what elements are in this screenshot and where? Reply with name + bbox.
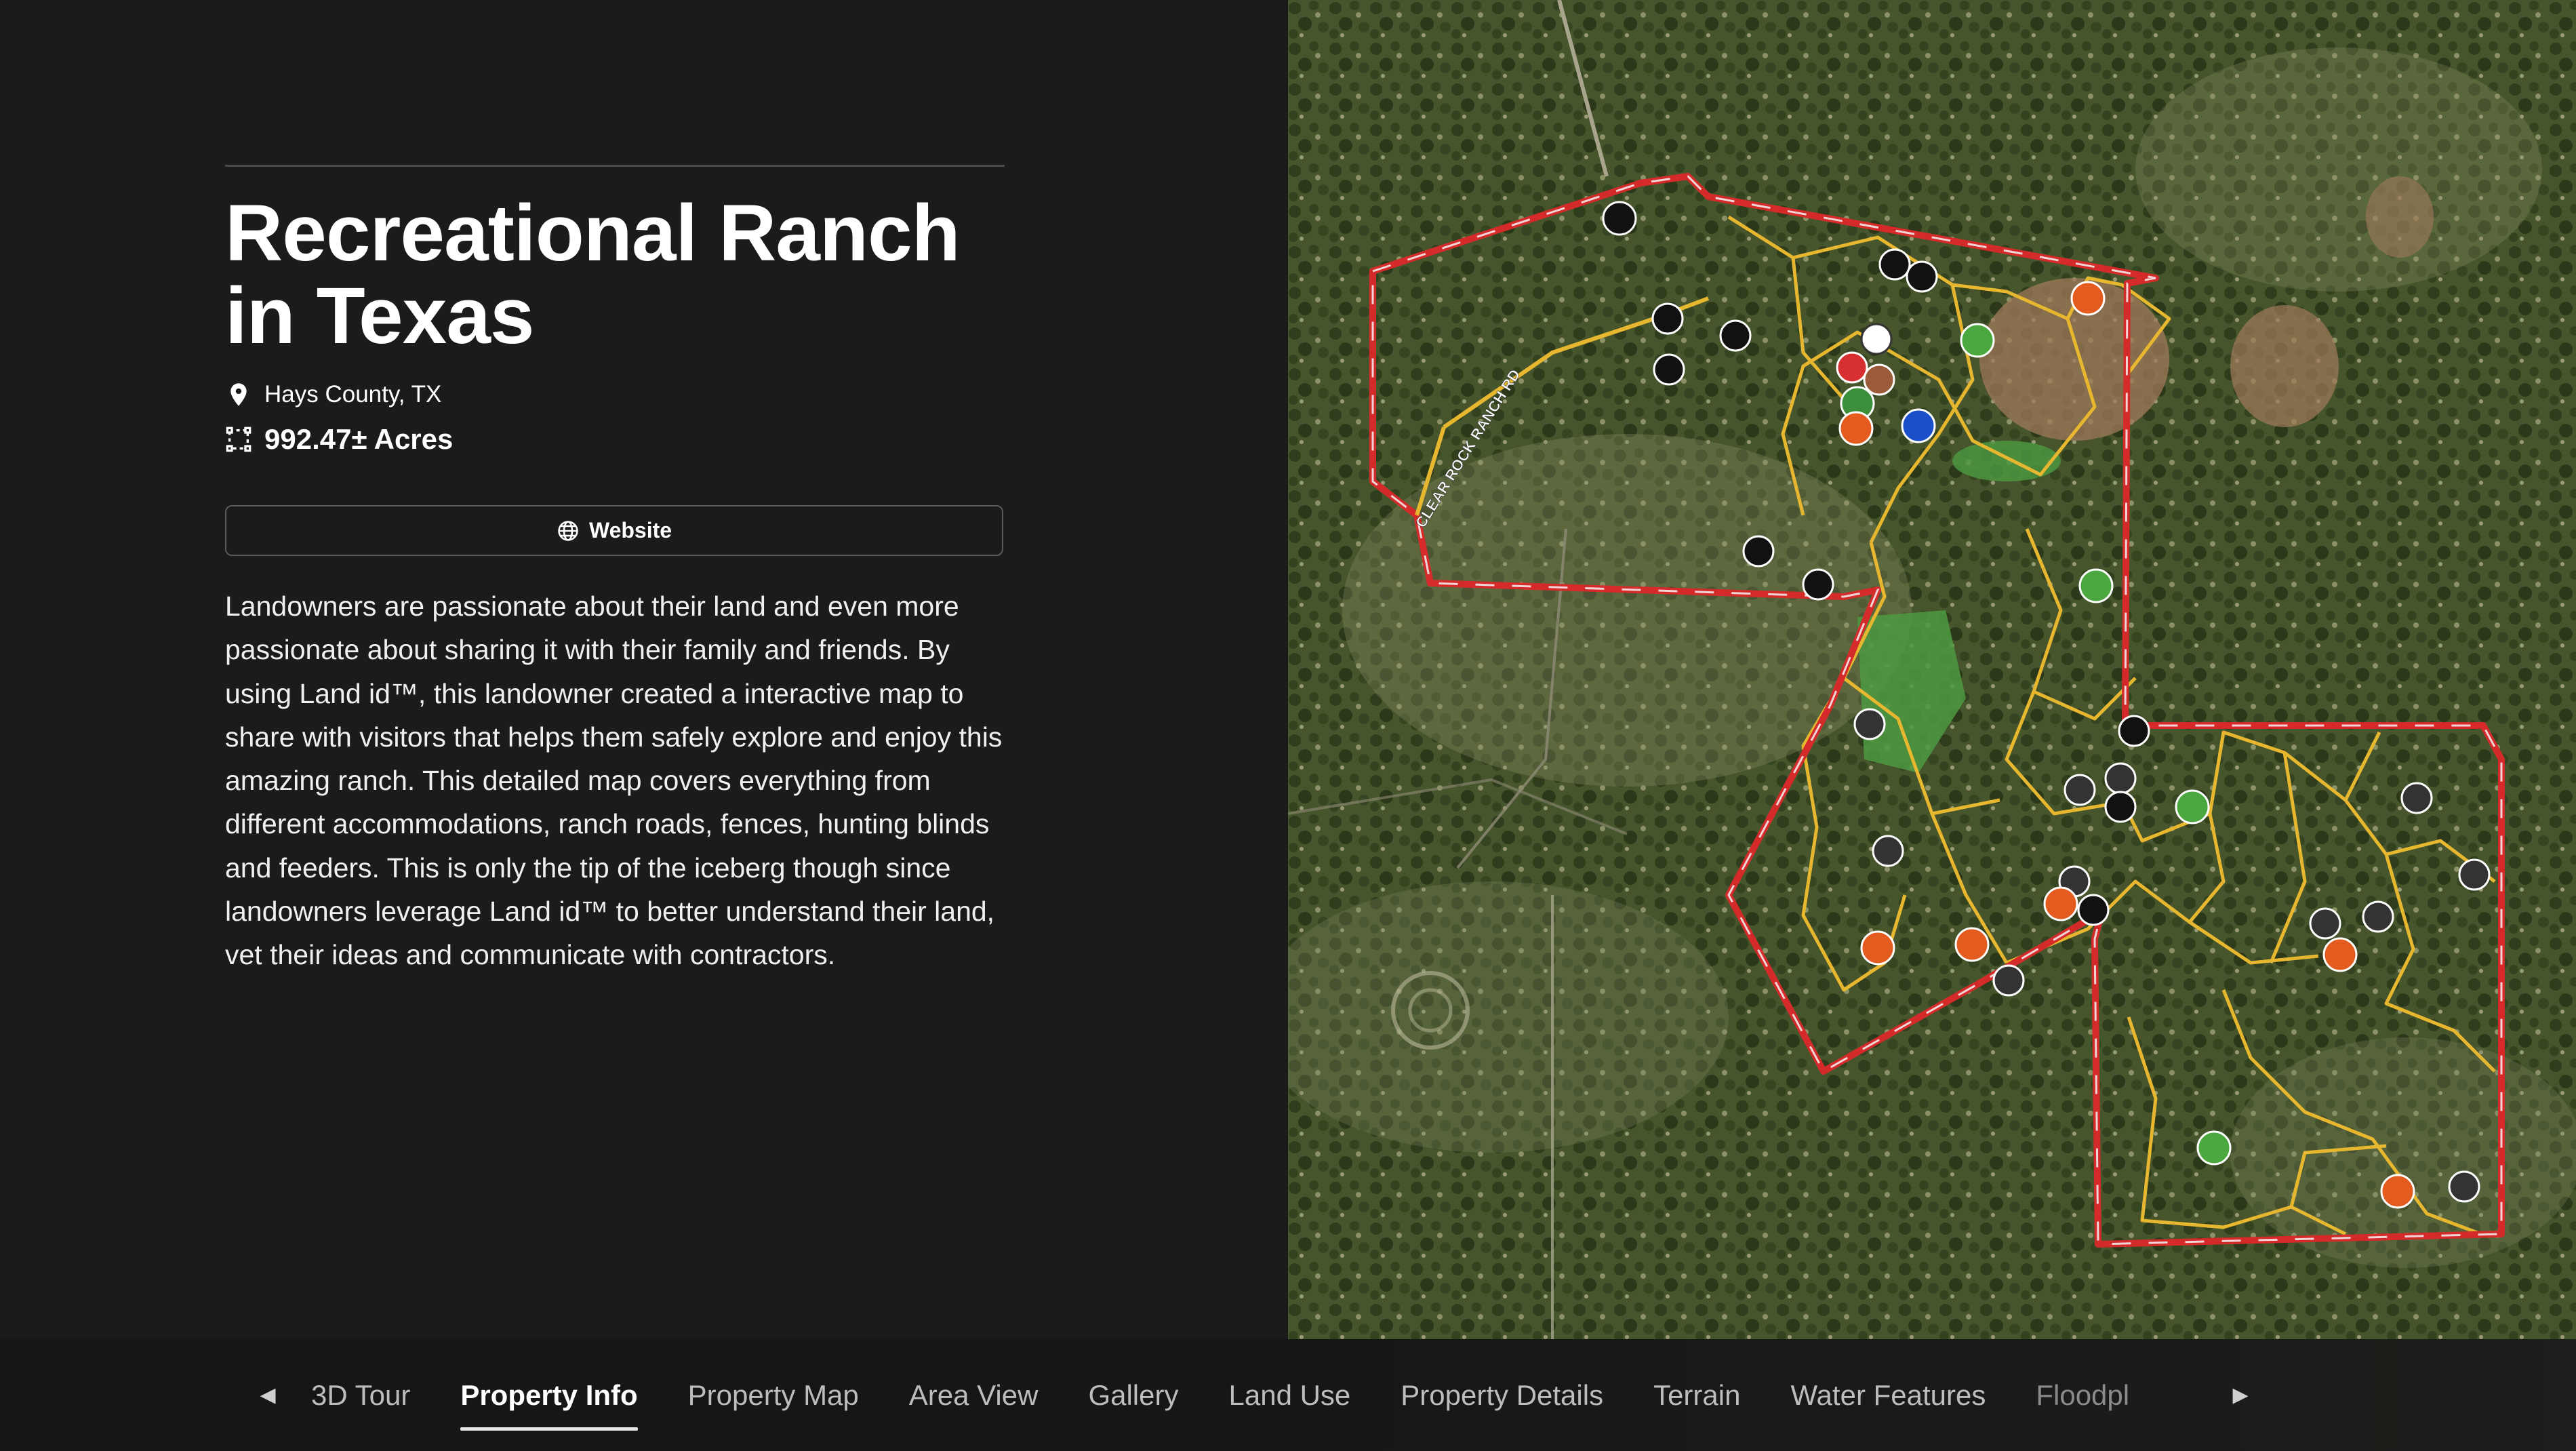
- blind-marker-icon[interactable]: [2104, 762, 2137, 795]
- area-select-icon: [225, 426, 252, 453]
- property-description: Landowners are passionate about their la…: [225, 591, 1003, 971]
- property-info-panel: Recreational Ranch in Texas Hays County,…: [0, 0, 1288, 1339]
- gate-marker-icon[interactable]: [1742, 535, 1775, 568]
- feeder-marker-icon[interactable]: [2070, 281, 2106, 316]
- scroll-right-arrow-icon[interactable]: ▶: [2227, 1339, 2254, 1451]
- property-map[interactable]: CLEAR ROCK RANCH RD: [1288, 0, 2576, 1339]
- cabin-marker-icon[interactable]: [1602, 201, 1637, 236]
- location-row: Hays County, TX: [225, 381, 441, 408]
- location-text: Hays County, TX: [264, 381, 442, 408]
- acres-text: 992.47± Acres: [264, 423, 454, 455]
- blind-marker-icon[interactable]: [2448, 1170, 2480, 1203]
- tab-terrain[interactable]: Terrain: [1653, 1339, 1740, 1451]
- gate-marker-icon[interactable]: [1719, 319, 1752, 352]
- water-marker-icon[interactable]: [1860, 323, 1893, 355]
- house-marker-icon[interactable]: [1863, 363, 1895, 396]
- website-button[interactable]: Website: [225, 505, 1003, 556]
- tab-property-info[interactable]: Property Info: [460, 1339, 639, 1451]
- gate-marker-icon[interactable]: [1651, 302, 1684, 335]
- tab-property-map[interactable]: Property Map: [688, 1339, 859, 1451]
- acres-row: 992.47± Acres: [225, 423, 453, 456]
- feeder-marker-icon[interactable]: [2322, 937, 2358, 972]
- section-tab-bar: ◀ 3D Tour Property Info Property Map Are…: [0, 1339, 2576, 1451]
- gate-marker-icon[interactable]: [1653, 353, 1685, 386]
- website-label: Website: [588, 518, 672, 542]
- blind-marker-icon[interactable]: [2309, 907, 2341, 940]
- gate-marker-icon[interactable]: [2104, 791, 2137, 823]
- tab-gallery[interactable]: Gallery: [1088, 1339, 1178, 1451]
- garage-marker-icon[interactable]: [1838, 411, 1874, 446]
- feeder-marker-icon[interactable]: [1954, 927, 1990, 962]
- gate-marker-icon[interactable]: [2118, 715, 2150, 747]
- blind-marker-icon[interactable]: [2400, 782, 2433, 814]
- stand-marker-icon[interactable]: [1960, 323, 1995, 358]
- top-divider: [225, 165, 1005, 167]
- gate-marker-icon[interactable]: [2077, 894, 2110, 926]
- blind-marker-icon[interactable]: [2458, 858, 2491, 891]
- tab-land-use[interactable]: Land Use: [1229, 1339, 1351, 1451]
- vehicle-marker-icon[interactable]: [1901, 408, 1936, 443]
- feeder-marker-icon[interactable]: [1860, 930, 1895, 966]
- tab-list: ◀ 3D Tour Property Info Property Map Are…: [254, 1339, 2261, 1451]
- home-marker-icon[interactable]: [1836, 351, 1868, 384]
- tab-floodplain[interactable]: Floodpl: [2036, 1339, 2137, 1451]
- stand-marker-icon[interactable]: [2196, 1130, 2232, 1166]
- blind-marker-icon[interactable]: [1872, 835, 1904, 867]
- property-title: Recreational Ranch in Texas: [225, 188, 961, 361]
- blind-marker-icon[interactable]: [1992, 964, 2025, 997]
- barn-marker-icon[interactable]: [1906, 260, 1938, 293]
- blind-marker-icon[interactable]: [2362, 900, 2394, 933]
- blind-marker-icon[interactable]: [2064, 774, 2096, 806]
- feeder-marker-icon[interactable]: [2043, 886, 2078, 921]
- map-pin-icon: [225, 381, 252, 408]
- feeder-marker-icon[interactable]: [2380, 1174, 2415, 1209]
- blind-marker-icon[interactable]: [1853, 708, 1886, 740]
- barn-marker-icon[interactable]: [1878, 248, 1911, 281]
- stand-marker-icon[interactable]: [2078, 568, 2114, 603]
- tab-area-view[interactable]: Area View: [909, 1339, 1039, 1451]
- gate-marker-icon[interactable]: [1802, 568, 1834, 601]
- scroll-left-arrow-icon[interactable]: ◀: [254, 1339, 281, 1451]
- tab-water-features[interactable]: Water Features: [1790, 1339, 1986, 1451]
- tab-property-details[interactable]: Property Details: [1401, 1339, 1603, 1451]
- globe-icon: [557, 519, 580, 542]
- tab-3d-tour[interactable]: 3D Tour: [311, 1339, 410, 1451]
- stand-marker-icon[interactable]: [2175, 789, 2210, 824]
